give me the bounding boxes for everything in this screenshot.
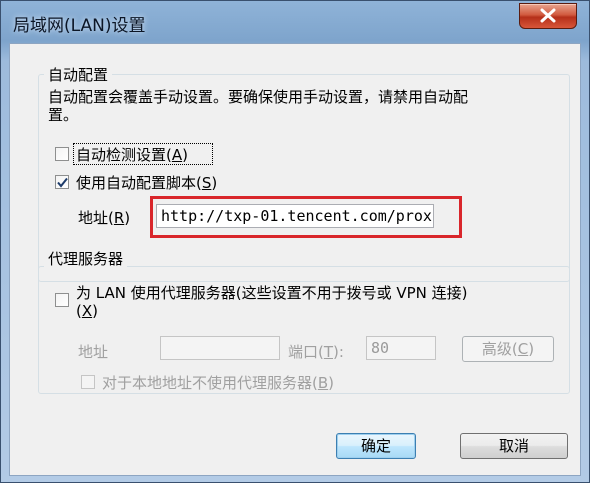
- auto-config-description: 自动配置会覆盖手动设置。要确保使用手动设置，请禁用自动配 置。: [48, 88, 469, 124]
- auto-config-legend: 自动配置: [44, 64, 113, 85]
- use-proxy-label[interactable]: 为 LAN 使用代理服务器(这些设置不用于拨号或 VPN 连接) (X): [76, 284, 468, 320]
- cancel-button[interactable]: 取消: [460, 433, 568, 459]
- lan-settings-dialog: 局域网(LAN)设置 自动配置 自动配置会覆盖手动设置。要确保使用手动设置，请禁…: [0, 0, 590, 483]
- checkmark-icon: [57, 177, 68, 188]
- auto-detect-label[interactable]: 自动检测设置(A): [76, 144, 188, 165]
- address-highlight-box: [150, 196, 462, 238]
- use-proxy-checkbox[interactable]: [55, 293, 69, 307]
- proxy-legend: 代理服务器: [44, 248, 128, 269]
- close-button[interactable]: [519, 3, 577, 29]
- port-input[interactable]: 80: [366, 336, 436, 360]
- script-address-label: 地址(R): [78, 209, 131, 227]
- proxy-address-input[interactable]: [160, 336, 280, 360]
- title-bar[interactable]: 局域网(LAN)设置: [1, 1, 589, 43]
- dialog-title: 局域网(LAN)设置: [13, 16, 146, 36]
- bypass-local-label[interactable]: 对于本地地址不使用代理服务器(B): [102, 372, 334, 393]
- proxy-address-label: 地址: [78, 343, 109, 361]
- advanced-button[interactable]: 高级(C): [462, 336, 554, 362]
- use-script-checkbox[interactable]: [55, 175, 69, 189]
- ok-button[interactable]: 确定: [336, 433, 416, 459]
- dialog-client-area: 自动配置 自动配置会覆盖手动设置。要确保使用手动设置，请禁用自动配 置。 自动检…: [9, 43, 581, 476]
- use-script-label[interactable]: 使用自动配置脚本(S): [76, 172, 217, 193]
- close-icon: [540, 8, 556, 23]
- bypass-local-checkbox[interactable]: [81, 375, 95, 389]
- port-label: 端口(T):: [288, 343, 344, 361]
- auto-detect-checkbox[interactable]: [55, 147, 69, 161]
